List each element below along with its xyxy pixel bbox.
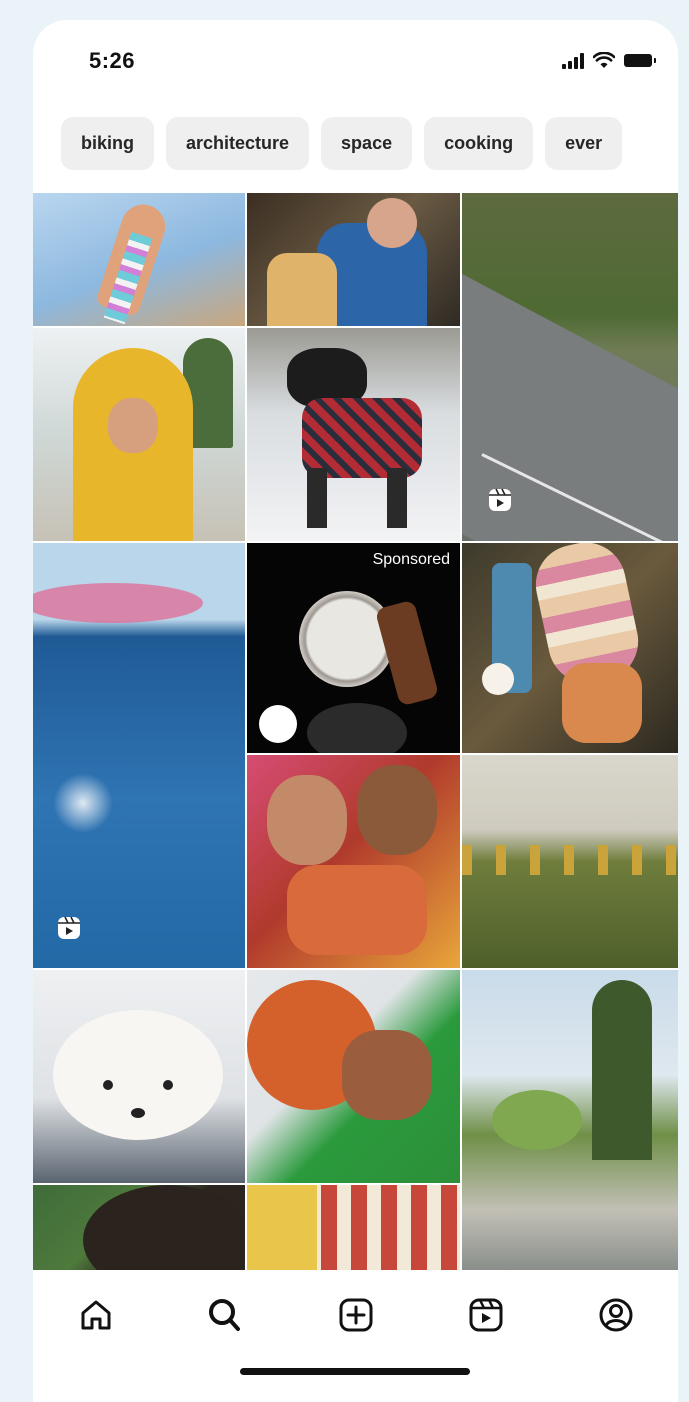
chip-architecture[interactable]: architecture: [166, 117, 310, 170]
grid-tile-garden-trees[interactable]: [462, 970, 678, 1270]
nav-profile[interactable]: [593, 1292, 639, 1338]
nav-search[interactable]: [201, 1292, 247, 1338]
grid-tile-people-overalls[interactable]: [247, 193, 460, 326]
phone-screen: 5:26 biking architecture space cooking e…: [33, 20, 678, 1402]
home-indicator[interactable]: [240, 1368, 470, 1375]
profile-icon: [599, 1298, 633, 1332]
topic-chips: biking architecture space cooking ever: [61, 117, 623, 170]
chip-space[interactable]: space: [321, 117, 413, 170]
explore-grid: Sponsored: [33, 193, 678, 1270]
chip-cooking[interactable]: cooking: [424, 117, 534, 170]
status-time: 5:26: [89, 48, 136, 73]
grid-tile-striped-awning[interactable]: [247, 1185, 460, 1270]
wifi-icon: [593, 52, 615, 68]
brand-logo: [259, 705, 297, 743]
search-icon: [209, 1299, 240, 1331]
grid-tile-white-dog[interactable]: [33, 970, 245, 1183]
grid-tile-dog-plaid-coat[interactable]: [247, 328, 460, 541]
grid-tile-friends-peace[interactable]: [247, 755, 460, 968]
chip-biking[interactable]: biking: [61, 117, 154, 170]
status-bar: 5:26: [33, 20, 678, 110]
sponsored-label: Sponsored: [372, 551, 450, 568]
battery-icon: [624, 54, 656, 67]
grid-tile-watch-ad[interactable]: Sponsored: [247, 543, 460, 753]
bottom-nav: [33, 1270, 678, 1360]
create-post-icon: [339, 1298, 373, 1332]
grid-tile-sunflowers[interactable]: [462, 755, 678, 968]
reels-icon: [51, 911, 87, 945]
grid-tile-ice-cream[interactable]: [462, 543, 678, 753]
nav-create[interactable]: [333, 1292, 379, 1338]
nav-home[interactable]: [73, 1292, 119, 1338]
grid-tile-basketball[interactable]: [247, 970, 460, 1183]
home-icon: [81, 1300, 111, 1330]
chip-ever[interactable]: ever: [545, 117, 623, 170]
grid-tile-yellow-raincoat[interactable]: [33, 328, 245, 541]
reels-icon: [482, 483, 518, 517]
nav-reels[interactable]: [463, 1292, 509, 1338]
status-icons: [562, 52, 656, 69]
grid-tile-ocean-swimmer[interactable]: [33, 543, 245, 968]
reels-icon: [469, 1298, 503, 1332]
grid-tile-hand-kite[interactable]: [33, 193, 245, 326]
cellular-signal-icon: [562, 52, 584, 69]
grid-tile-curly-hair[interactable]: [33, 1185, 245, 1270]
grid-tile-road-forest[interactable]: [462, 193, 678, 541]
